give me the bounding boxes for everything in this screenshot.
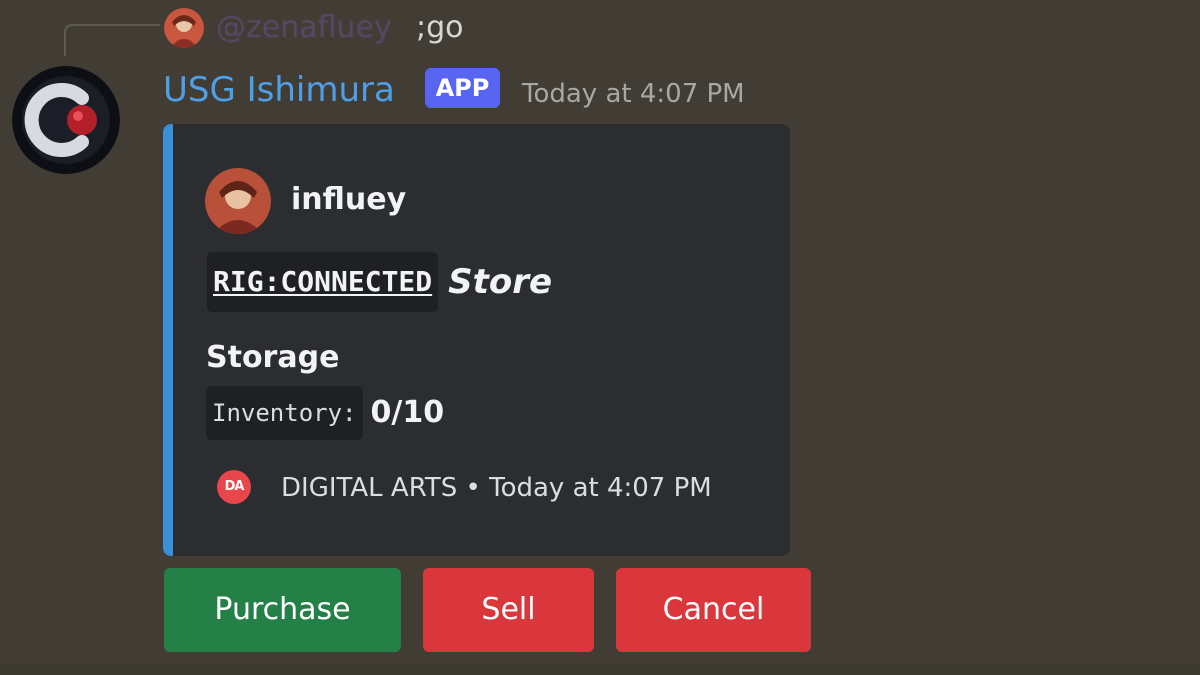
embed-author-name: influey <box>291 182 407 217</box>
embed-title: RIG:CONNECTED Store <box>207 252 552 316</box>
embed-title-suffix: Store <box>448 262 553 302</box>
reply-spine <box>64 24 160 56</box>
inventory-value: 0/10 <box>370 395 445 430</box>
embed-field-value: Inventory: 0/10 <box>206 386 444 440</box>
footer-logo-icon: DA <box>217 470 251 504</box>
purchase-button[interactable]: Purchase <box>164 568 401 652</box>
cancel-button[interactable]: Cancel <box>616 568 811 652</box>
sell-button[interactable]: Sell <box>423 568 594 652</box>
bot-username[interactable]: USG Ishimura <box>163 68 395 112</box>
reply-avatar-icon[interactable] <box>164 8 204 48</box>
app-badge: APP <box>425 68 500 108</box>
embed-author-avatar-icon <box>205 168 271 234</box>
bottom-divider <box>0 664 1200 675</box>
reply-text[interactable]: ;go <box>416 8 464 48</box>
inventory-label: Inventory: <box>206 386 363 440</box>
bot-avatar-icon[interactable] <box>12 66 120 174</box>
embed-field-name: Storage <box>206 340 340 375</box>
embed-footer-text: DIGITAL ARTS • Today at 4:07 PM <box>281 473 712 503</box>
reply-mention[interactable]: @zenafluey <box>216 8 392 48</box>
store-embed: influey RIG:CONNECTED Store Storage Inven… <box>163 124 790 556</box>
embed-accent-bar <box>163 124 173 556</box>
embed-title-code: RIG:CONNECTED <box>207 252 439 312</box>
message-timestamp[interactable]: Today at 4:07 PM <box>522 74 745 114</box>
